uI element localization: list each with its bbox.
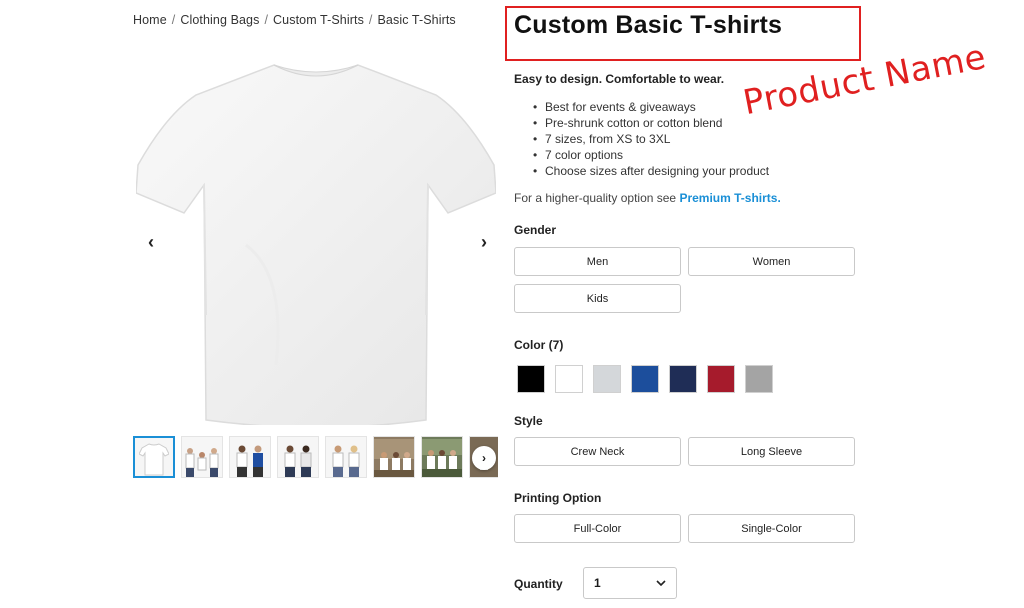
product-gallery: ‹ › ›: [133, 40, 498, 480]
premium-note-text: For a higher-quality option see: [514, 191, 680, 205]
feature-list: Best for events & giveaways Pre-shrunk c…: [533, 99, 769, 179]
breadcrumb-separator: /: [171, 13, 176, 27]
breadcrumb-separator: /: [264, 13, 269, 27]
color-swatch-red[interactable]: [707, 365, 735, 393]
chevron-down-icon: [656, 580, 666, 586]
thumbnail-6[interactable]: [373, 436, 415, 478]
gender-option-women[interactable]: Women: [688, 247, 855, 276]
thumbnail-3[interactable]: [229, 436, 271, 478]
color-swatches: [517, 365, 773, 393]
style-label: Style: [514, 414, 543, 428]
breadcrumb-custom-tshirts[interactable]: Custom T-Shirts: [273, 13, 364, 27]
chevron-right-icon: ›: [481, 231, 487, 252]
color-swatch-royal-blue[interactable]: [631, 365, 659, 393]
gallery-prev-button[interactable]: ‹: [139, 230, 163, 254]
color-swatch-gray[interactable]: [745, 365, 773, 393]
premium-note: For a higher-quality option see Premium …: [514, 191, 781, 205]
gender-option-kids[interactable]: Kids: [514, 284, 681, 313]
feature-item: Pre-shrunk cotton or cotton blend: [533, 115, 769, 131]
feature-item: 7 sizes, from XS to 3XL: [533, 131, 769, 147]
thumbnail-2[interactable]: [181, 436, 223, 478]
printing-option-full-color[interactable]: Full-Color: [514, 514, 681, 543]
breadcrumb-home[interactable]: Home: [133, 13, 167, 27]
chevron-right-icon: ›: [482, 451, 486, 465]
breadcrumb: Home / Clothing Bags / Custom T-Shirts / Basic…: [133, 13, 456, 27]
color-swatch-white[interactable]: [555, 365, 583, 393]
thumbnail-7[interactable]: [421, 436, 463, 478]
thumbnail-4[interactable]: [277, 436, 319, 478]
color-swatch-light-gray[interactable]: [593, 365, 621, 393]
breadcrumb-clothing-bags[interactable]: Clothing Bags: [180, 13, 259, 27]
quantity-label: Quantity: [514, 577, 563, 591]
feature-item: Best for events & giveaways: [533, 99, 769, 115]
breadcrumb-basic-tshirts[interactable]: Basic T-Shirts: [378, 13, 456, 27]
gender-option-men[interactable]: Men: [514, 247, 681, 276]
product-tagline: Easy to design. Comfortable to wear.: [514, 72, 725, 86]
thumbnail-1[interactable]: [133, 436, 175, 478]
printing-option-single-color[interactable]: Single-Color: [688, 514, 855, 543]
quantity-value: 1: [594, 576, 601, 590]
tshirt-image: [135, 64, 496, 425]
printing-label: Printing Option: [514, 491, 602, 505]
product-title: Custom Basic T-shirts: [514, 11, 783, 39]
color-swatch-black[interactable]: [517, 365, 545, 393]
color-swatch-navy[interactable]: [669, 365, 697, 393]
feature-item: Choose sizes after designing your produc…: [533, 163, 769, 179]
thumbnail-5[interactable]: [325, 436, 367, 478]
premium-tshirts-link[interactable]: Premium T-shirts.: [679, 191, 780, 205]
style-option-crew-neck[interactable]: Crew Neck: [514, 437, 681, 466]
chevron-left-icon: ‹: [148, 231, 154, 252]
thumbnail-next-button[interactable]: ›: [472, 446, 496, 470]
style-option-long-sleeve[interactable]: Long Sleeve: [688, 437, 855, 466]
gender-label: Gender: [514, 223, 557, 237]
breadcrumb-separator: /: [368, 13, 373, 27]
color-label: Color (7): [514, 338, 564, 352]
gallery-next-button[interactable]: ›: [472, 230, 496, 254]
thumbnail-strip: ›: [133, 436, 498, 480]
feature-item: 7 color options: [533, 147, 769, 163]
quantity-select[interactable]: 1: [583, 567, 677, 599]
product-main-image: [133, 40, 498, 430]
